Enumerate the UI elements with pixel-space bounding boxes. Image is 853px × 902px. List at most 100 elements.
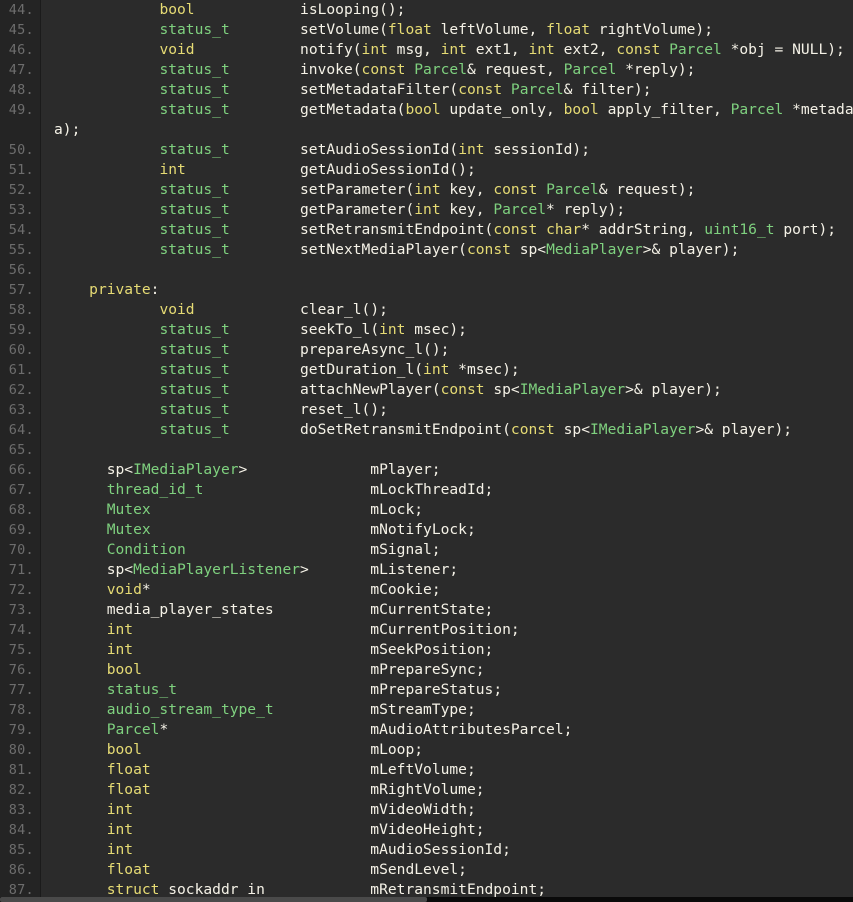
code-token: status_t <box>159 81 229 98</box>
code-line[interactable]: status_t seekTo_l(int msec); <box>42 320 853 340</box>
code-line[interactable]: status_t setVolume(float leftVolume, flo… <box>42 20 853 40</box>
code-token: reset_l(); <box>230 401 388 418</box>
code-line[interactable]: int getAudioSessionId(); <box>42 160 853 180</box>
horizontal-scrollbar[interactable] <box>0 897 853 902</box>
code-line[interactable]: sp<IMediaPlayer> mPlayer; <box>42 460 853 480</box>
code-line[interactable]: void* mCookie; <box>42 580 853 600</box>
code-line[interactable]: status_t setParameter(int key, const Par… <box>42 180 853 200</box>
code-token: sessionId); <box>485 141 590 158</box>
code-line[interactable]: status_t setMetadataFilter(const Parcel&… <box>42 80 853 100</box>
code-token <box>54 581 107 598</box>
code-line[interactable]: status_t invoke(const Parcel& request, P… <box>42 60 853 80</box>
code-line[interactable]: int mVideoHeight; <box>42 820 853 840</box>
horizontal-scrollbar-thumb[interactable] <box>0 897 427 902</box>
code-token <box>54 321 159 338</box>
code-token: *msec); <box>449 361 519 378</box>
code-token <box>54 621 107 638</box>
code-token: *reply); <box>616 61 695 78</box>
code-token <box>54 641 107 658</box>
code-line[interactable]: status_t doSetRetransmitEndpoint(const s… <box>42 420 853 440</box>
code-line[interactable]: sp<MediaPlayerListener> mListener; <box>42 560 853 580</box>
code-line[interactable]: float mRightVolume; <box>42 780 853 800</box>
code-token: status_t <box>159 61 229 78</box>
code-line[interactable]: Mutex mNotifyLock; <box>42 520 853 540</box>
code-line[interactable]: status_t setAudioSessionId(int sessionId… <box>42 140 853 160</box>
code-token: int <box>528 41 554 58</box>
code-content-area[interactable]: bool isLooping(); status_t setVolume(flo… <box>42 0 853 902</box>
code-token: bool <box>405 101 440 118</box>
code-line[interactable]: status_t setRetransmitEndpoint(const cha… <box>42 220 853 240</box>
code-token: >& player); <box>625 381 722 398</box>
line-number: 51. <box>0 160 40 180</box>
line-number: 63. <box>0 400 40 420</box>
code-line[interactable]: status_t reset_l(); <box>42 400 853 420</box>
code-token: seekTo_l( <box>230 321 379 338</box>
code-token: float <box>546 21 590 38</box>
line-number: 85. <box>0 840 40 860</box>
line-number: 64. <box>0 420 40 440</box>
code-token: int <box>107 621 133 638</box>
code-token: sp< <box>511 241 546 258</box>
code-line[interactable]: void clear_l(); <box>42 300 853 320</box>
code-line[interactable]: Parcel* mAudioAttributesParcel; <box>42 720 853 740</box>
code-line[interactable]: bool isLooping(); <box>42 0 853 20</box>
code-token <box>537 221 546 238</box>
code-token: IMediaPlayer <box>520 381 625 398</box>
code-line[interactable]: int mAudioSessionId; <box>42 840 853 860</box>
code-token <box>54 141 159 158</box>
line-number: 57. <box>0 280 40 300</box>
code-token: private <box>89 281 151 298</box>
code-line[interactable]: status_t attachNewPlayer(const sp<IMedia… <box>42 380 853 400</box>
code-token: key, <box>441 201 494 218</box>
code-token: getMetadata( <box>230 101 406 118</box>
code-token: setMetadataFilter( <box>230 81 458 98</box>
code-token: status_t <box>159 241 229 258</box>
line-number: 70. <box>0 540 40 560</box>
code-token: media_player_states mCurrentState; <box>54 601 493 618</box>
code-line[interactable]: status_t prepareAsync_l(); <box>42 340 853 360</box>
code-line[interactable]: a); <box>42 120 853 140</box>
code-viewer[interactable]: 44.45.46.47.48.49.50.51.52.53.54.55.56.5… <box>0 0 853 902</box>
code-line[interactable]: int mVideoWidth; <box>42 800 853 820</box>
code-line[interactable]: thread_id_t mLockThreadId; <box>42 480 853 500</box>
line-number: 66. <box>0 460 40 480</box>
code-token <box>54 1 159 18</box>
code-line[interactable]: status_t mPrepareStatus; <box>42 680 853 700</box>
code-line[interactable]: status_t getMetadata(bool update_only, b… <box>42 100 853 120</box>
code-line[interactable]: private: <box>42 280 853 300</box>
code-token <box>54 761 107 778</box>
code-line[interactable] <box>42 440 853 460</box>
code-token <box>54 821 107 838</box>
code-token <box>54 281 89 298</box>
code-line[interactable]: audio_stream_type_t mStreamType; <box>42 700 853 720</box>
code-token: status_t <box>159 201 229 218</box>
code-token: sp< <box>555 421 590 438</box>
code-token: bool <box>564 101 599 118</box>
code-token <box>54 801 107 818</box>
code-line[interactable]: int mCurrentPosition; <box>42 620 853 640</box>
code-line[interactable]: float mLeftVolume; <box>42 760 853 780</box>
code-line[interactable]: float mSendLevel; <box>42 860 853 880</box>
code-line[interactable]: status_t setNextMediaPlayer(const sp<Med… <box>42 240 853 260</box>
code-line[interactable]: status_t getParameter(int key, Parcel* r… <box>42 200 853 220</box>
code-token: const <box>616 41 660 58</box>
code-token: const <box>362 61 406 78</box>
line-number-gutter: 44.45.46.47.48.49.50.51.52.53.54.55.56.5… <box>0 0 41 902</box>
code-line[interactable]: status_t getDuration_l(int *msec); <box>42 360 853 380</box>
code-line[interactable]: void notify(int msg, int ext1, int ext2,… <box>42 40 853 60</box>
code-line[interactable]: bool mPrepareSync; <box>42 660 853 680</box>
line-number: 82. <box>0 780 40 800</box>
code-line[interactable]: Condition mSignal; <box>42 540 853 560</box>
code-line[interactable]: bool mLoop; <box>42 740 853 760</box>
code-token: int <box>107 801 133 818</box>
code-token: mVideoHeight; <box>133 821 484 838</box>
code-line-list: bool isLooping(); status_t setVolume(flo… <box>42 0 853 900</box>
code-token: getDuration_l( <box>230 361 423 378</box>
code-token: status_t <box>107 681 177 698</box>
code-line[interactable]: media_player_states mCurrentState; <box>42 600 853 620</box>
code-line[interactable]: Mutex mLock; <box>42 500 853 520</box>
code-token <box>502 81 511 98</box>
code-line[interactable] <box>42 260 853 280</box>
code-line[interactable]: int mSeekPosition; <box>42 640 853 660</box>
code-token: Parcel <box>546 181 599 198</box>
